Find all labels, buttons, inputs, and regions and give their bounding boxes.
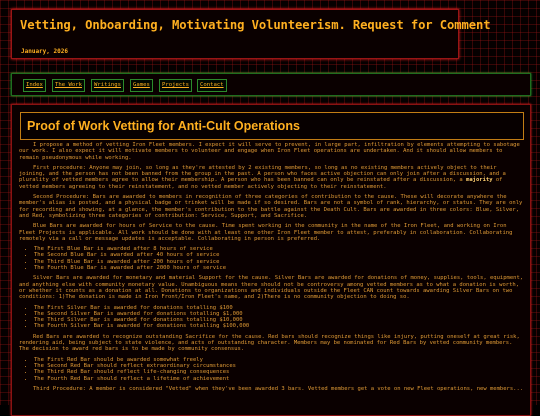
nav-item-games[interactable]: Games <box>130 79 153 92</box>
blue-bar-list: The First Blue Bar is awarded after 8 ho… <box>19 246 524 271</box>
paragraph-first-procedure: First procedure: Anyone may join, so lon… <box>19 165 524 190</box>
article-title: Proof of Work Vetting for Anti-Cult Oper… <box>27 119 300 133</box>
paragraph-silver-bars: Silver Bars are awarded for monetary and… <box>19 275 524 301</box>
list-item: The Fourth Blue Bar is awarded after 200… <box>34 265 524 271</box>
main-content-panel: Proof of Work Vetting for Anti-Cult Oper… <box>11 104 531 416</box>
paragraph-third-procedure: Third Procedure: A member is considered … <box>33 385 524 392</box>
paragraph-intro: I propose a method of vetting Iron Fleet… <box>19 142 520 161</box>
paragraph-red-bars: Red Bars are awarded to recognize outsta… <box>19 333 520 353</box>
nav-item-index[interactable]: Index <box>23 79 46 92</box>
header-date: January, 2026 <box>21 48 68 55</box>
site-title: Vetting, Onboarding, Motivating Voluntee… <box>20 18 491 32</box>
nav-bar: Index The Work Writings Games Projects C… <box>11 73 531 96</box>
paragraph-blue-bars: Blue Bars are awarded for hours of Servi… <box>19 223 513 242</box>
first-procedure-text: First procedure: Anyone may join, so lon… <box>19 164 506 184</box>
majority-emphasis: majority <box>466 177 493 184</box>
article-body: I propose a method of vetting Iron Fleet… <box>19 142 524 396</box>
paragraph-second-procedure: Second Procedure: Bars are awarded to me… <box>19 194 523 219</box>
article-title-box: Proof of Work Vetting for Anti-Cult Oper… <box>20 112 524 140</box>
nav-item-projects[interactable]: Projects <box>159 79 192 92</box>
nav-item-writings[interactable]: Writings <box>91 79 124 92</box>
silver-bar-list: The First Silver Bar is awarded for dona… <box>19 305 524 330</box>
red-bar-list: The First Red Bar should be awarded some… <box>19 357 524 382</box>
site-header: Vetting, Onboarding, Motivating Voluntee… <box>11 9 491 59</box>
nav-item-contact[interactable]: Contact <box>197 79 227 92</box>
list-item: The Fourth Silver Bar is awarded for don… <box>34 323 524 329</box>
nav-item-the-work[interactable]: The Work <box>52 79 85 92</box>
list-item: The Fourth Red Bar should reflect a life… <box>34 376 524 382</box>
